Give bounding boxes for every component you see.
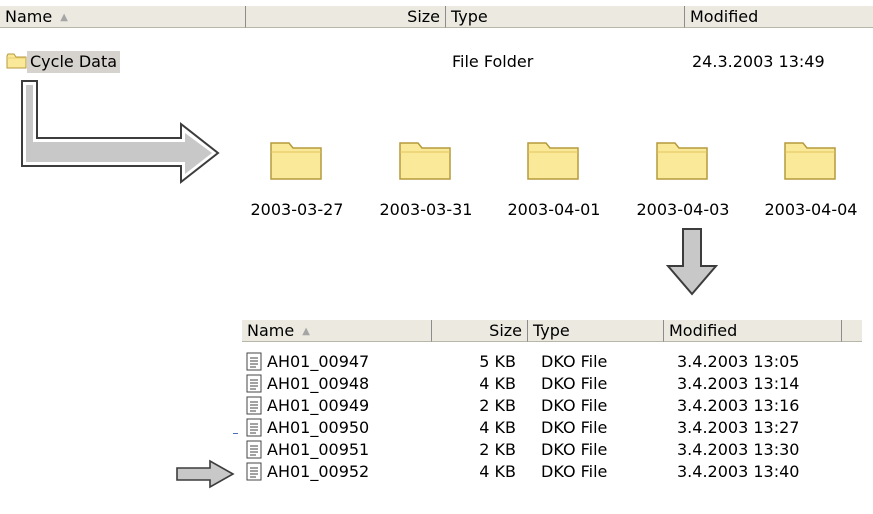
sort-ascending-icon: ▲ [302, 326, 310, 337]
folder-label: 2003-04-03 [636, 200, 730, 219]
file-type: DKO File [541, 396, 608, 415]
folder-label: 2003-04-01 [507, 200, 601, 219]
column-header-size[interactable]: Size [246, 6, 446, 28]
bottom-list-header: Name ▲ Size Type Modified [242, 320, 862, 342]
column-type-label: Type [451, 7, 488, 26]
column-size-label: Size [407, 7, 440, 26]
file-size: 4 KB [479, 418, 516, 437]
divider [233, 433, 238, 434]
folder-icon [527, 142, 579, 180]
folder-label: 2003-04-04 [764, 200, 858, 219]
file-name: AH01_00949 [267, 396, 370, 415]
file-size: 4 KB [479, 462, 516, 481]
table-row[interactable]: AH01_00949 2 KB DKO File 3.4.2003 13:16 [242, 395, 873, 417]
file-modified: 3.4.2003 13:27 [677, 418, 800, 437]
right-arrow-icon [176, 459, 235, 489]
column-header-name[interactable]: Name ▲ [0, 6, 246, 28]
folder-name: Cycle Data [27, 51, 121, 73]
table-row[interactable]: AH01_00951 2 KB DKO File 3.4.2003 13:30 [242, 439, 873, 461]
file-size: 2 KB [479, 440, 516, 459]
list-item-folder[interactable]: Cycle Data File Folder 24.3.2003 13:49 [0, 51, 873, 73]
document-icon [246, 418, 262, 437]
folder-label: 2003-03-27 [250, 200, 344, 219]
column-header-name[interactable]: Name ▲ [242, 320, 432, 342]
table-row[interactable]: AH01_00948 4 KB DKO File 3.4.2003 13:14 [242, 373, 873, 395]
file-size: 2 KB [479, 396, 516, 415]
file-modified: 3.4.2003 13:30 [677, 440, 800, 459]
l-arrow-icon [21, 80, 220, 185]
file-name: AH01_00947 [267, 352, 370, 371]
top-list-header: Name ▲ Size Type Modified [0, 6, 873, 28]
file-type: DKO File [541, 352, 608, 371]
folder-label: 2003-03-31 [379, 200, 473, 219]
file-size: 5 KB [479, 352, 516, 371]
table-row[interactable]: AH01_00952 4 KB DKO File 3.4.2003 13:40 [242, 461, 873, 483]
column-header-size[interactable]: Size [432, 320, 528, 342]
column-name-label: Name [5, 7, 53, 26]
column-modified-label: Modified [690, 7, 759, 26]
file-name: AH01_00950 [267, 418, 370, 437]
column-size-label: Size [489, 321, 522, 340]
file-modified: 3.4.2003 13:14 [677, 374, 800, 393]
column-header-extra[interactable] [842, 320, 862, 342]
file-name: AH01_00951 [267, 440, 370, 459]
folder-icon [784, 142, 836, 180]
document-icon [246, 396, 262, 415]
folder-icon [6, 53, 27, 69]
document-icon [246, 374, 262, 393]
table-row[interactable]: AH01_00950 4 KB DKO File 3.4.2003 13:27 [242, 417, 873, 439]
document-icon [246, 440, 262, 459]
column-name-label: Name [247, 321, 295, 340]
folder-icon [656, 142, 708, 180]
file-name: AH01_00952 [267, 462, 370, 481]
column-header-type[interactable]: Type [528, 320, 664, 342]
folder-type: File Folder [452, 52, 534, 71]
sort-ascending-icon: ▲ [60, 12, 68, 23]
column-header-modified[interactable]: Modified [664, 320, 842, 342]
folder-modified: 24.3.2003 13:49 [692, 52, 825, 71]
file-modified: 3.4.2003 13:16 [677, 396, 800, 415]
file-modified: 3.4.2003 13:05 [677, 352, 800, 371]
folder-icon [399, 142, 451, 180]
table-row[interactable]: AH01_00947 5 KB DKO File 3.4.2003 13:05 [242, 351, 873, 373]
column-modified-label: Modified [669, 321, 738, 340]
down-arrow-icon [665, 228, 719, 296]
column-type-label: Type [533, 321, 570, 340]
file-modified: 3.4.2003 13:40 [677, 462, 800, 481]
column-header-modified[interactable]: Modified [685, 6, 873, 28]
document-icon [246, 462, 262, 481]
document-icon [246, 352, 262, 371]
file-type: DKO File [541, 462, 608, 481]
file-size: 4 KB [479, 374, 516, 393]
column-header-type[interactable]: Type [446, 6, 685, 28]
file-name: AH01_00948 [267, 374, 370, 393]
file-type: DKO File [541, 418, 608, 437]
file-type: DKO File [541, 440, 608, 459]
folder-icon [270, 142, 322, 180]
file-type: DKO File [541, 374, 608, 393]
